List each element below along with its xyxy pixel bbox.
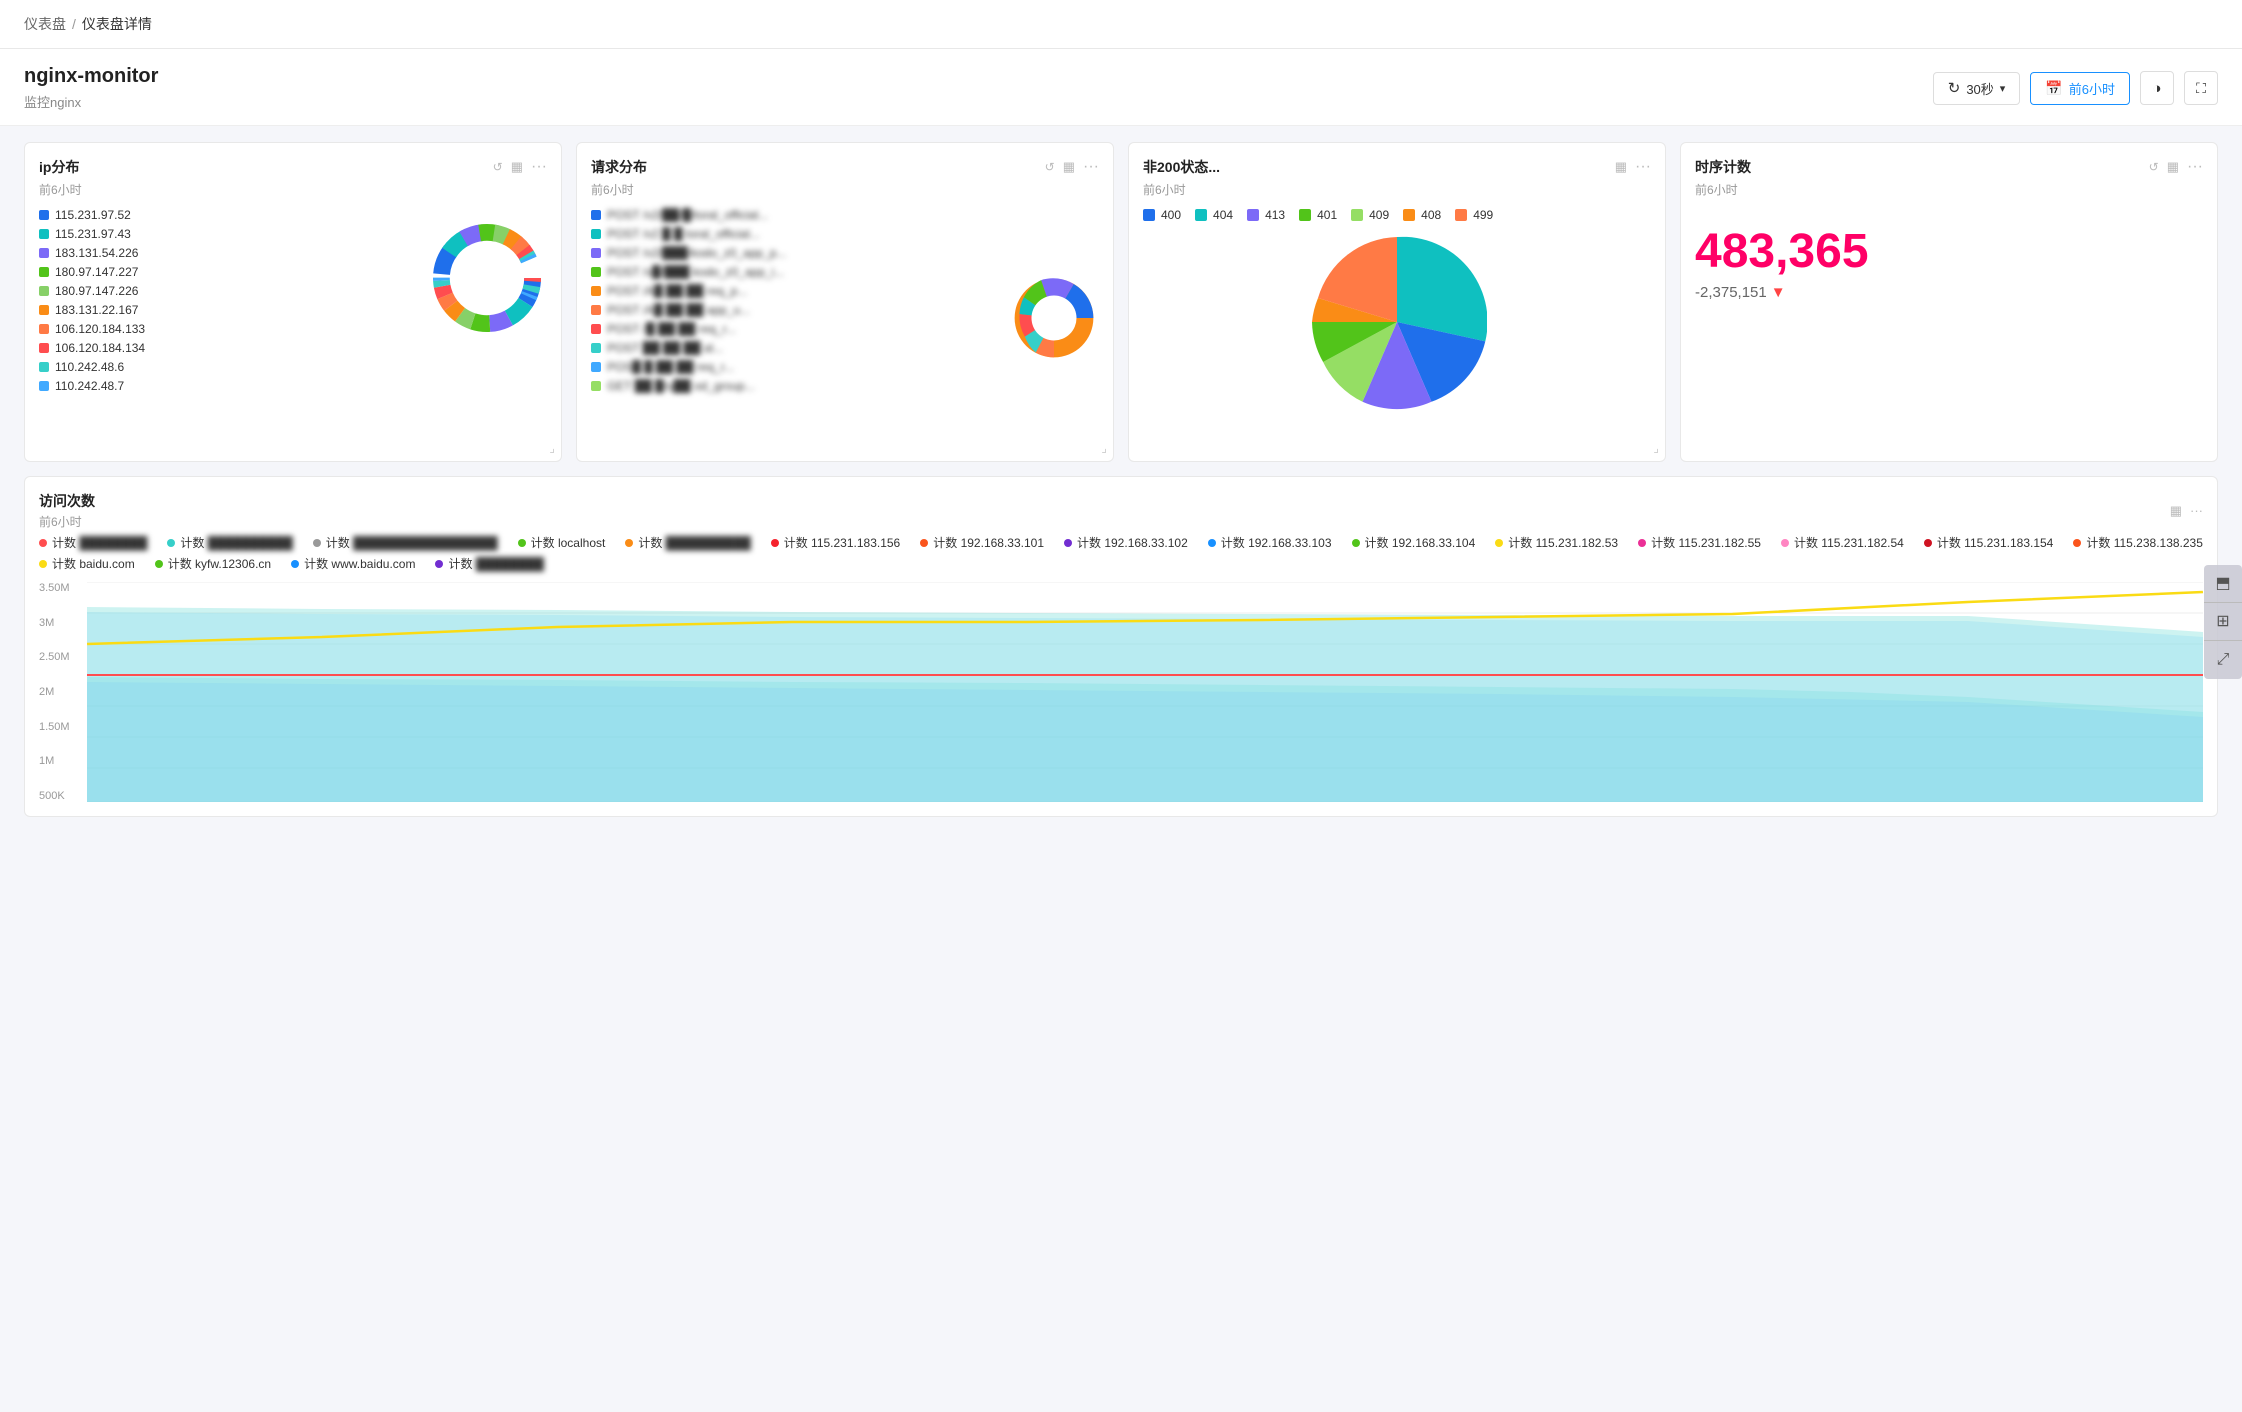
timeseries-sub-number: -2,375,151 ▼	[1695, 284, 2203, 301]
req-legend: POST /v2/██/█/toral_official... POST /v2…	[591, 208, 1009, 428]
req-dist-more-icon[interactable]: ···	[1083, 158, 1099, 176]
timeseries-title: 时序计数	[1695, 157, 1751, 177]
req-dist-title: 请求分布	[591, 157, 647, 177]
status-legend: 400 404 413 401 409 408 499	[1143, 208, 1651, 222]
bottom-chart-area: 3.50M 3M 2.50M 2M 1.50M 1M 500K	[39, 582, 2203, 802]
expand-panel-button[interactable]: ⤢	[2204, 641, 2242, 679]
breadcrumb-root[interactable]: 仪表盘	[24, 14, 66, 34]
req-dist-time: 前6小时	[591, 181, 1099, 198]
y-axis-labels: 3.50M 3M 2.50M 2M 1.50M 1M 500K	[39, 582, 85, 802]
refresh-label: 30秒	[1966, 79, 1993, 98]
bottom-chart-time: 前6小时	[39, 513, 95, 530]
theme-toggle-button[interactable]: ◑	[2140, 71, 2174, 105]
dashboard-header: nginx-monitor 监控nginx ↻ 30秒 ▾ 📅 前6小时 ◑ ⛶	[0, 49, 2242, 126]
bottom-chart-title: 访问次数	[39, 491, 95, 511]
req-dist-calendar-icon[interactable]: ▦	[1063, 159, 1075, 175]
non200-card: 非200状态... ▦ ··· 前6小时 400 404 413 401 409…	[1128, 142, 1666, 462]
ip-dist-resize[interactable]: ⌟	[549, 441, 555, 455]
ip-dist-time: 前6小时	[39, 181, 547, 198]
req-pie	[1009, 208, 1099, 428]
right-panel: ⬒ ⊞ ⤢	[2204, 565, 2242, 679]
main-content: ip分布 ↺ ▦ ··· 前6小时 115.231.97.52 115.231.…	[0, 126, 2242, 833]
req-dist-reload-icon[interactable]: ↺	[1045, 160, 1055, 174]
ip-dist-actions: ↺ ▦ ···	[493, 158, 547, 176]
add-panel-icon: ⊞	[2216, 611, 2229, 631]
bottom-chart-actions: ▦ ···	[2170, 503, 2203, 519]
bottom-more-icon[interactable]: ···	[2190, 503, 2203, 518]
time-range-button[interactable]: 📅 前6小时	[2030, 72, 2130, 105]
theme-icon: ◑	[2152, 80, 2161, 97]
save-panel-icon: ⬒	[2215, 573, 2230, 593]
expand-icon: ⛶	[2196, 80, 2206, 97]
timeseries-calendar-icon[interactable]: ▦	[2167, 159, 2179, 175]
req-dist-actions: ↺ ▦ ···	[1045, 158, 1099, 176]
breadcrumb-current: 仪表盘详情	[82, 14, 152, 34]
timeseries-time: 前6小时	[1695, 181, 2203, 198]
bottom-chart-legend: 计数 ████████ 计数 ██████████ 计数 ███████████…	[39, 534, 2203, 572]
ip-dist-reload-icon[interactable]: ↺	[493, 160, 503, 174]
non200-more-icon[interactable]: ···	[1635, 158, 1651, 176]
ip-legend: 115.231.97.52 115.231.97.43 183.131.54.2…	[39, 208, 417, 393]
ip-distribution-card: ip分布 ↺ ▦ ··· 前6小时 115.231.97.52 115.231.…	[24, 142, 562, 462]
timeseries-more-icon[interactable]: ···	[2187, 158, 2203, 176]
expand-button[interactable]: ⛶	[2184, 71, 2218, 105]
req-dist-resize[interactable]: ⌟	[1101, 441, 1107, 455]
bottom-calendar-icon[interactable]: ▦	[2170, 503, 2182, 519]
timeseries-big-number: 483,365	[1695, 228, 2203, 276]
chart-svg-container	[87, 582, 2203, 802]
expand-panel-icon: ⤢	[2217, 651, 2230, 669]
calendar-icon: 📅	[2045, 80, 2062, 97]
timeseries-actions: ↺ ▦ ···	[2149, 158, 2203, 176]
down-arrow-icon: ▼	[1771, 284, 1786, 301]
refresh-chevron-icon: ▾	[2000, 82, 2006, 95]
bottom-chart-header: 访问次数 前6小时 ▦ ···	[39, 491, 2203, 530]
timeseries-reload-icon[interactable]: ↺	[2149, 160, 2159, 174]
non200-title: 非200状态...	[1143, 157, 1220, 177]
non200-time: 前6小时	[1143, 181, 1651, 198]
header-controls: ↻ 30秒 ▾ 📅 前6小时 ◑ ⛶	[1933, 71, 2218, 105]
refresh-button[interactable]: ↻ 30秒 ▾	[1933, 72, 2021, 105]
non200-calendar-icon[interactable]: ▦	[1615, 159, 1627, 175]
ip-dist-more-icon[interactable]: ···	[531, 158, 547, 176]
timeseries-card: 时序计数 ↺ ▦ ··· 前6小时 483,365 -2,375,151 ▼	[1680, 142, 2218, 462]
dashboard-title: nginx-monitor	[24, 65, 158, 88]
add-panel-button[interactable]: ⊞	[2204, 603, 2242, 641]
non200-resize[interactable]: ⌟	[1653, 441, 1659, 455]
non200-actions: ▦ ···	[1615, 158, 1651, 176]
ip-dist-calendar-icon[interactable]: ▦	[511, 159, 523, 175]
ip-dist-title: ip分布	[39, 157, 79, 177]
breadcrumb-separator: /	[72, 16, 76, 32]
dashboard-title-block: nginx-monitor 监控nginx	[24, 65, 158, 111]
refresh-icon: ↻	[1948, 79, 1961, 97]
cards-row: ip分布 ↺ ▦ ··· 前6小时 115.231.97.52 115.231.…	[24, 142, 2218, 462]
save-panel-button[interactable]: ⬒	[2204, 565, 2242, 603]
non200-pie	[1143, 232, 1651, 412]
dashboard-subtitle: 监控nginx	[24, 92, 158, 111]
time-range-label: 前6小时	[2069, 79, 2115, 98]
req-distribution-card: 请求分布 ↺ ▦ ··· 前6小时 POST /v2/██/█/toral_of…	[576, 142, 1114, 462]
bottom-chart-card: 访问次数 前6小时 ▦ ··· 计数 ████████ 计数 █████████…	[24, 476, 2218, 817]
breadcrumb: 仪表盘 / 仪表盘详情	[0, 0, 2242, 49]
